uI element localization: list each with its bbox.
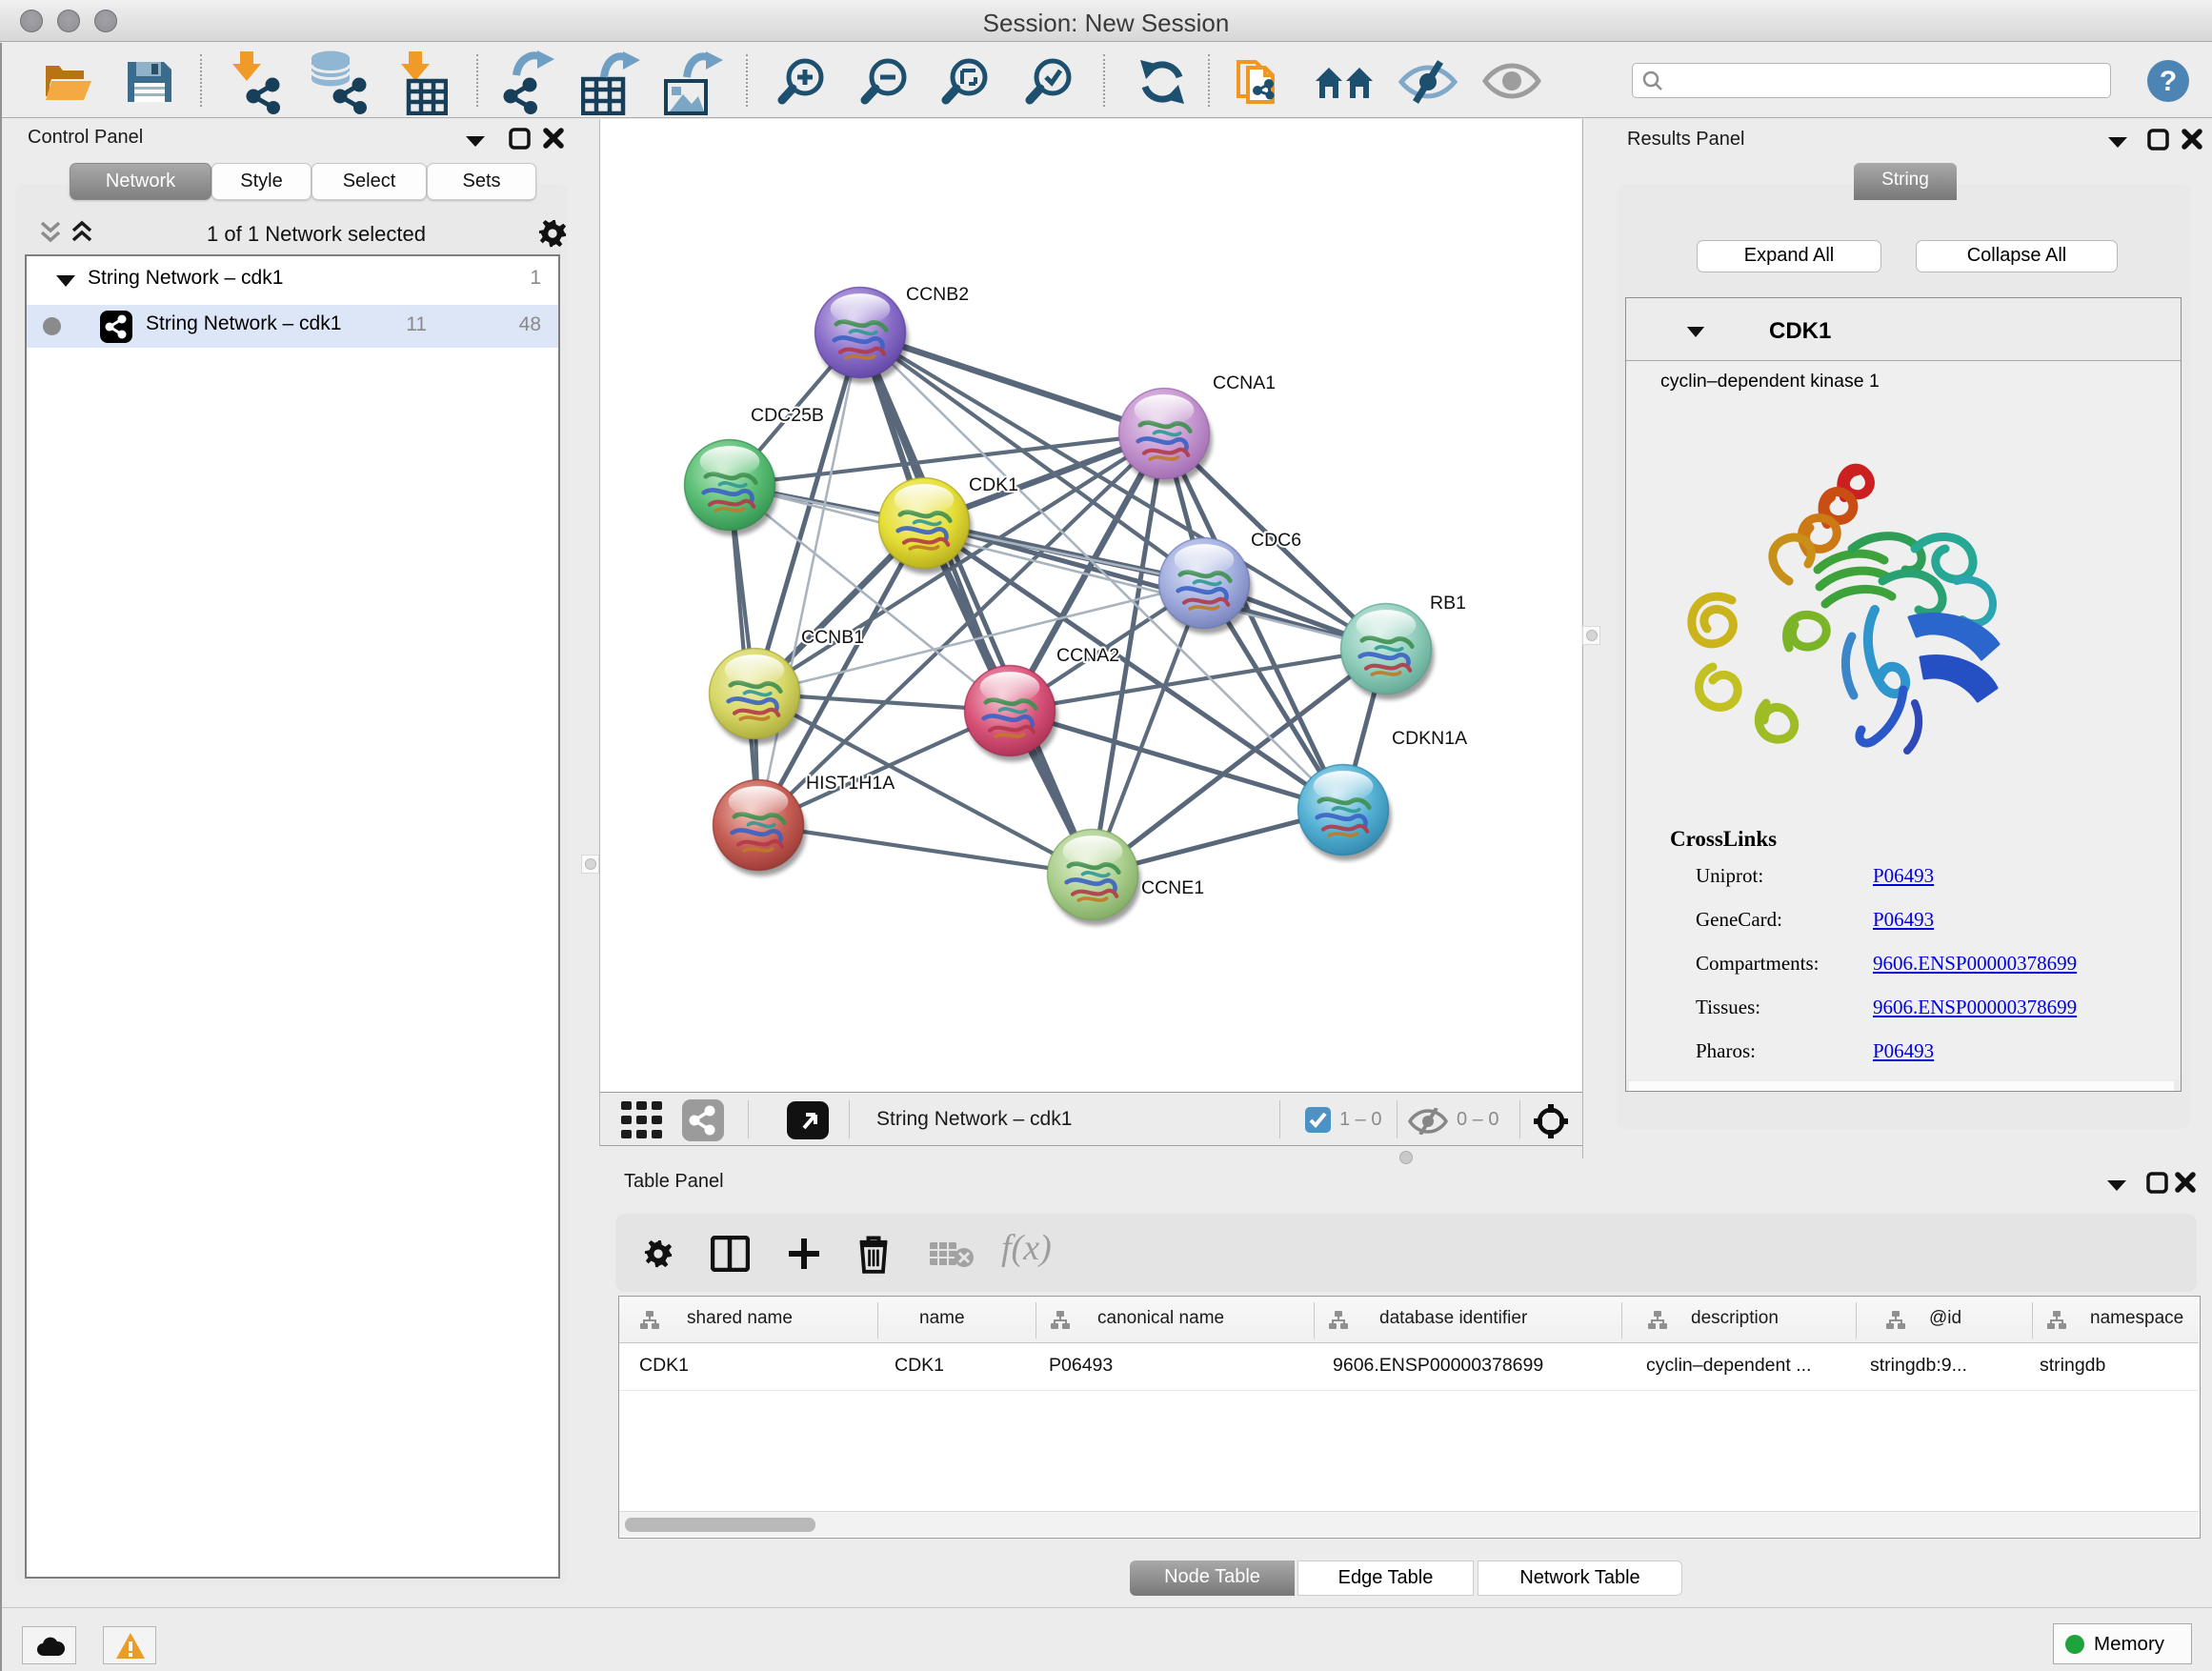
svg-text:CDC25B: CDC25B bbox=[751, 405, 824, 426]
svg-text:CCNA2: CCNA2 bbox=[1056, 645, 1119, 666]
svg-text:HIST1H1A: HIST1H1A bbox=[806, 773, 895, 794]
svg-text:CDK1: CDK1 bbox=[969, 474, 1018, 495]
svg-text:CCNA1: CCNA1 bbox=[1213, 372, 1276, 393]
svg-text:CCNB2: CCNB2 bbox=[906, 284, 969, 305]
svg-text:CCNB1: CCNB1 bbox=[801, 627, 864, 648]
svg-text:?: ? bbox=[2160, 66, 2177, 97]
svg-text:CDC6: CDC6 bbox=[1251, 530, 1301, 551]
svg-text:RB1: RB1 bbox=[1430, 593, 1466, 614]
svg-text:CCNE1: CCNE1 bbox=[1141, 877, 1204, 898]
svg-text:CDKN1A: CDKN1A bbox=[1392, 728, 1467, 749]
